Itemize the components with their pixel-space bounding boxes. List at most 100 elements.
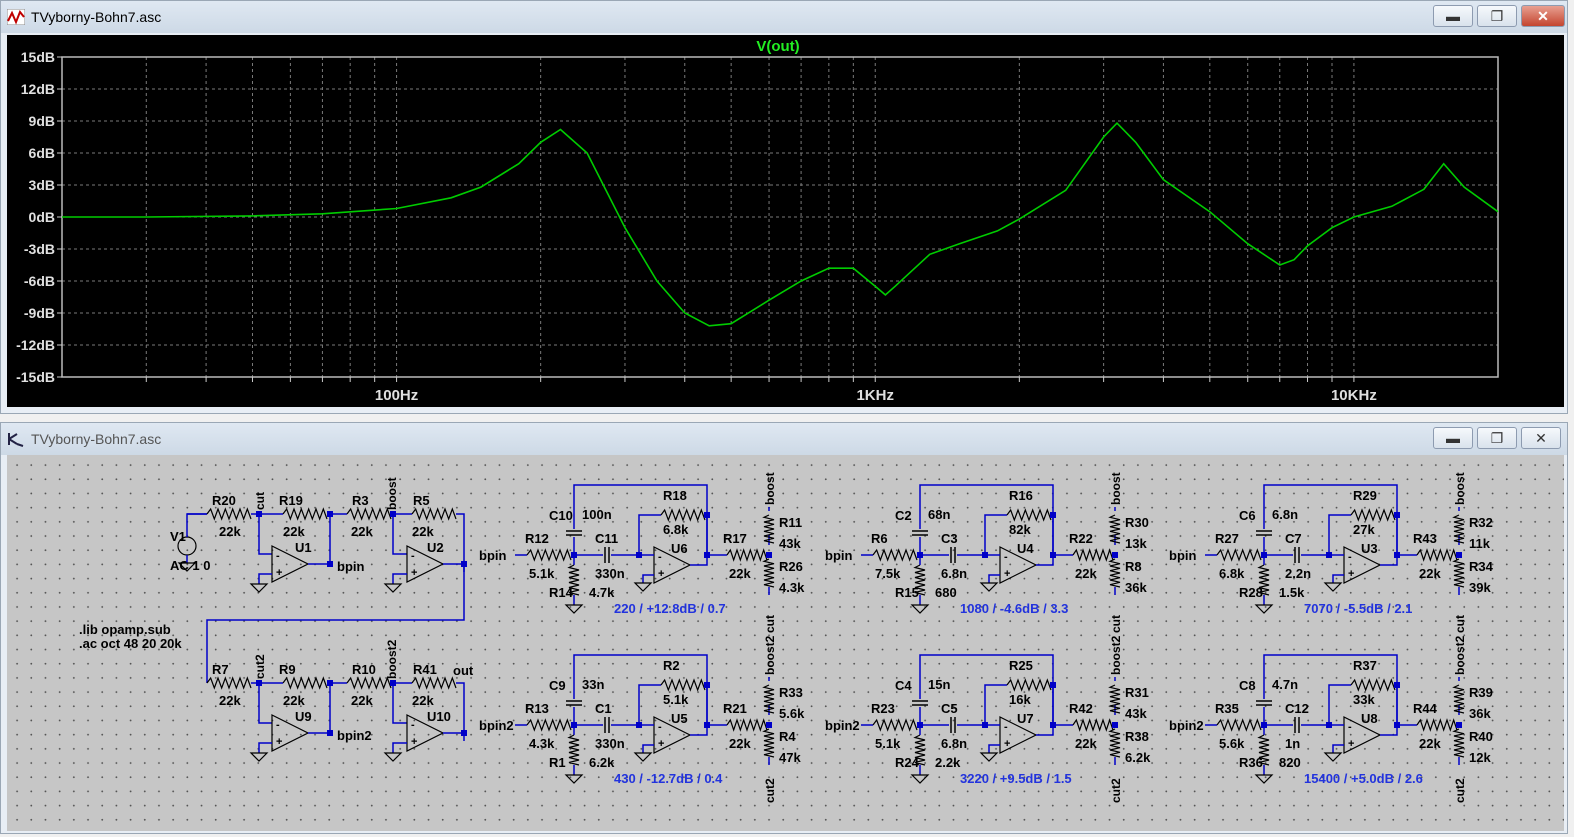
waveform-titlebar[interactable]: TVyborny-Bohn7.asc ▬ ❐ ✕	[1, 1, 1567, 33]
component-label[interactable]: 22k	[283, 693, 305, 708]
component-label[interactable]: R34	[1469, 559, 1494, 574]
net-label[interactable]: boost2	[385, 639, 399, 679]
component-label[interactable]: C8	[1239, 678, 1256, 693]
component-label[interactable]: 43k	[1125, 706, 1147, 721]
component-label[interactable]: 22k	[1419, 736, 1441, 751]
component-label[interactable]: 13k	[1125, 536, 1147, 551]
component-label[interactable]: 1.5k	[1279, 585, 1305, 600]
component-label[interactable]: 22k	[729, 566, 751, 581]
component-label[interactable]: U7	[1017, 711, 1034, 726]
component-label[interactable]: R6	[871, 531, 888, 546]
component-label[interactable]: C5	[941, 701, 958, 716]
resistor-symbol[interactable]	[1216, 548, 1262, 562]
component-label[interactable]: 5.6k	[1219, 736, 1245, 751]
component-label[interactable]: 27k	[1353, 522, 1375, 537]
net-label[interactable]: bpin2	[825, 718, 860, 733]
resistor-symbol[interactable]	[1108, 728, 1121, 758]
net-label[interactable]: boost	[1453, 472, 1467, 505]
component-label[interactable]: R21	[723, 701, 747, 716]
component-label[interactable]: 4.3k	[779, 580, 805, 595]
component-label[interactable]: R12	[525, 531, 549, 546]
filter-annotation[interactable]: 7070 / -5.5dB / 2.1	[1304, 601, 1412, 616]
component-label[interactable]: 11k	[1469, 536, 1491, 551]
component-label[interactable]: R22	[1069, 531, 1093, 546]
component-label[interactable]: 16k	[1009, 692, 1031, 707]
component-label[interactable]: 680	[935, 585, 957, 600]
component-label[interactable]: 82k	[1009, 522, 1031, 537]
component-label[interactable]: U8	[1361, 711, 1378, 726]
resistor-symbol[interactable]	[872, 718, 918, 732]
component-label[interactable]: 68n	[928, 507, 950, 522]
net-label[interactable]: bpin2	[1169, 718, 1204, 733]
trace-title[interactable]: V(out)	[756, 38, 799, 55]
component-label[interactable]: 6.8n	[1272, 507, 1298, 522]
component-label[interactable]: R42	[1069, 701, 1093, 716]
component-label[interactable]: 100n	[582, 507, 612, 522]
component-label[interactable]: R3	[352, 493, 369, 508]
close-button[interactable]: ✕	[1521, 5, 1565, 27]
minimize-button[interactable]: ▬	[1433, 427, 1473, 449]
waveform-window[interactable]: TVyborny-Bohn7.asc ▬ ❐ ✕ 15dB 12dB 9dB 6dB 3…	[0, 0, 1568, 414]
component-label[interactable]: C3	[941, 531, 958, 546]
maximize-button[interactable]: ❐	[1477, 5, 1517, 27]
component-label[interactable]: 820	[1279, 755, 1301, 770]
component-label[interactable]: R41	[413, 662, 437, 677]
net-label[interactable]: bpin2	[337, 728, 372, 743]
component-label[interactable]: R26	[779, 559, 803, 574]
component-label[interactable]: 330n	[595, 736, 625, 751]
component-label[interactable]: R20	[212, 493, 236, 508]
resistor-symbol[interactable]	[1072, 548, 1114, 562]
component-label[interactable]: 22k	[1075, 736, 1097, 751]
wire[interactable]	[988, 744, 1000, 753]
component-label[interactable]: R4	[779, 729, 796, 744]
component-label[interactable]: R40	[1469, 729, 1493, 744]
resistor-symbol[interactable]	[726, 548, 768, 562]
resistor-symbol[interactable]	[660, 678, 706, 692]
component-label[interactable]: R33	[779, 685, 803, 700]
component-label[interactable]: AC 1 0	[170, 558, 210, 573]
component-label[interactable]: 4.7n	[1272, 677, 1298, 692]
wire[interactable]	[392, 514, 407, 555]
spice-directive[interactable]: .ac oct 48 20 20k	[79, 636, 182, 651]
component-label[interactable]: 43k	[779, 536, 801, 551]
component-label[interactable]: 5.6k	[779, 706, 805, 721]
component-label[interactable]: 5.1k	[663, 692, 689, 707]
component-label[interactable]: R23	[871, 701, 895, 716]
component-label[interactable]: R10	[352, 662, 376, 677]
component-label[interactable]: C4	[895, 678, 912, 693]
component-label[interactable]: R15	[895, 585, 919, 600]
component-label[interactable]: 22k	[729, 736, 751, 751]
component-label[interactable]: C11	[595, 531, 618, 546]
filter-annotation[interactable]: 1080 / -4.6dB / 3.3	[960, 601, 1068, 616]
component-label[interactable]: V1	[170, 529, 186, 544]
wire[interactable]	[988, 574, 1000, 583]
resistor-symbol[interactable]	[660, 508, 706, 522]
component-label[interactable]: R18	[663, 488, 687, 503]
component-label[interactable]: R8	[1125, 559, 1142, 574]
component-label[interactable]: 7.5k	[875, 566, 901, 581]
component-label[interactable]: 1n	[1285, 736, 1300, 751]
net-label[interactable]: bpin	[337, 559, 364, 574]
schematic-drawing[interactable]: .lib opamp.sub.ac oct 48 20 20k V1 AC 1 0 R…	[7, 455, 1564, 831]
component-label[interactable]: 6.8k	[663, 522, 689, 537]
component-label[interactable]: R13	[525, 701, 549, 716]
resistor-symbol[interactable]	[1108, 558, 1121, 588]
net-label[interactable]: bpin2	[479, 718, 514, 733]
schematic-titlebar[interactable]: TVyborny-Bohn7.asc ▬ ❐ ✕	[1, 423, 1567, 455]
component-label[interactable]: R37	[1353, 658, 1377, 673]
wire[interactable]	[1332, 574, 1344, 583]
component-label[interactable]: 5.1k	[529, 566, 555, 581]
net-label[interactable]: cut	[1453, 615, 1467, 633]
resistor-symbol[interactable]	[726, 718, 768, 732]
component-label[interactable]: 22k	[219, 524, 241, 539]
resistor-symbol[interactable]	[526, 718, 572, 732]
wire[interactable]	[258, 742, 272, 753]
net-label[interactable]: cut2	[253, 654, 267, 679]
maximize-button[interactable]: ❐	[1477, 427, 1517, 449]
schematic-window[interactable]: TVyborny-Bohn7.asc ▬ ❐ ✕ .lib opamp.sub.…	[0, 422, 1568, 834]
resistor-symbol[interactable]	[872, 548, 918, 562]
component-label[interactable]: R7	[212, 662, 229, 677]
filter-annotation[interactable]: 430 / -12.7dB / 0.4	[614, 771, 723, 786]
net-label[interactable]: cut	[253, 492, 267, 510]
component-label[interactable]: 6.8n	[941, 566, 967, 581]
